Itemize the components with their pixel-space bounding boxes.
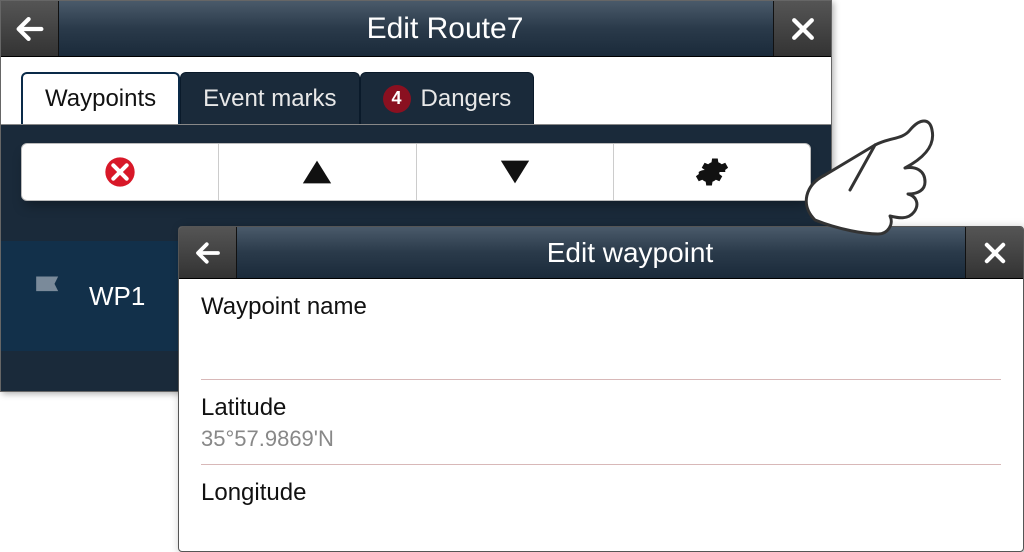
tab-dangers[interactable]: 4 Dangers — [360, 72, 535, 124]
child-close-button[interactable] — [965, 227, 1023, 278]
waypoint-name-input[interactable] — [201, 321, 1001, 367]
back-button[interactable] — [1, 1, 59, 56]
move-up-button[interactable] — [219, 144, 416, 200]
edit-waypoint-titlebar: Edit waypoint — [179, 227, 1023, 279]
latitude-field[interactable]: Latitude 35°57.9869'N — [179, 380, 1023, 465]
arrow-down-icon — [498, 155, 532, 189]
latitude-value: 35°57.9869'N — [201, 426, 1001, 452]
move-down-button[interactable] — [417, 144, 614, 200]
dangers-count-badge: 4 — [383, 85, 411, 113]
child-back-button[interactable] — [179, 227, 237, 278]
longitude-label: Longitude — [201, 479, 1001, 507]
tab-dangers-label: Dangers — [421, 85, 512, 113]
tabs-row: Waypoints Event marks 4 Dangers — [1, 57, 831, 125]
delete-button[interactable] — [22, 144, 219, 200]
latitude-label: Latitude — [201, 394, 1001, 422]
flag-icon — [27, 271, 71, 322]
gear-icon — [695, 155, 729, 189]
tab-event-marks-label: Event marks — [203, 85, 336, 113]
edit-route-titlebar: Edit Route7 — [1, 1, 831, 57]
tab-event-marks[interactable]: Event marks — [180, 72, 359, 124]
arrow-up-icon — [300, 155, 334, 189]
close-icon — [981, 239, 1009, 267]
settings-button[interactable] — [614, 144, 810, 200]
close-button[interactable] — [773, 1, 831, 56]
back-arrow-icon — [13, 12, 47, 46]
tab-waypoints-label: Waypoints — [45, 85, 156, 113]
waypoint-row-label: WP1 — [89, 281, 145, 312]
edit-route-title: Edit Route7 — [59, 12, 831, 46]
waypoint-name-field[interactable]: Waypoint name — [179, 279, 1023, 380]
delete-icon — [104, 156, 136, 188]
back-arrow-icon — [193, 238, 223, 268]
edit-waypoint-title: Edit waypoint — [237, 237, 1023, 269]
longitude-field[interactable]: Longitude — [179, 465, 1023, 507]
tab-waypoints[interactable]: Waypoints — [21, 72, 180, 124]
edit-waypoint-window: Edit waypoint Waypoint name Latitude 35°… — [178, 226, 1024, 552]
waypoint-toolbar — [21, 143, 811, 201]
waypoint-name-label: Waypoint name — [201, 293, 1001, 321]
close-icon — [788, 14, 818, 44]
